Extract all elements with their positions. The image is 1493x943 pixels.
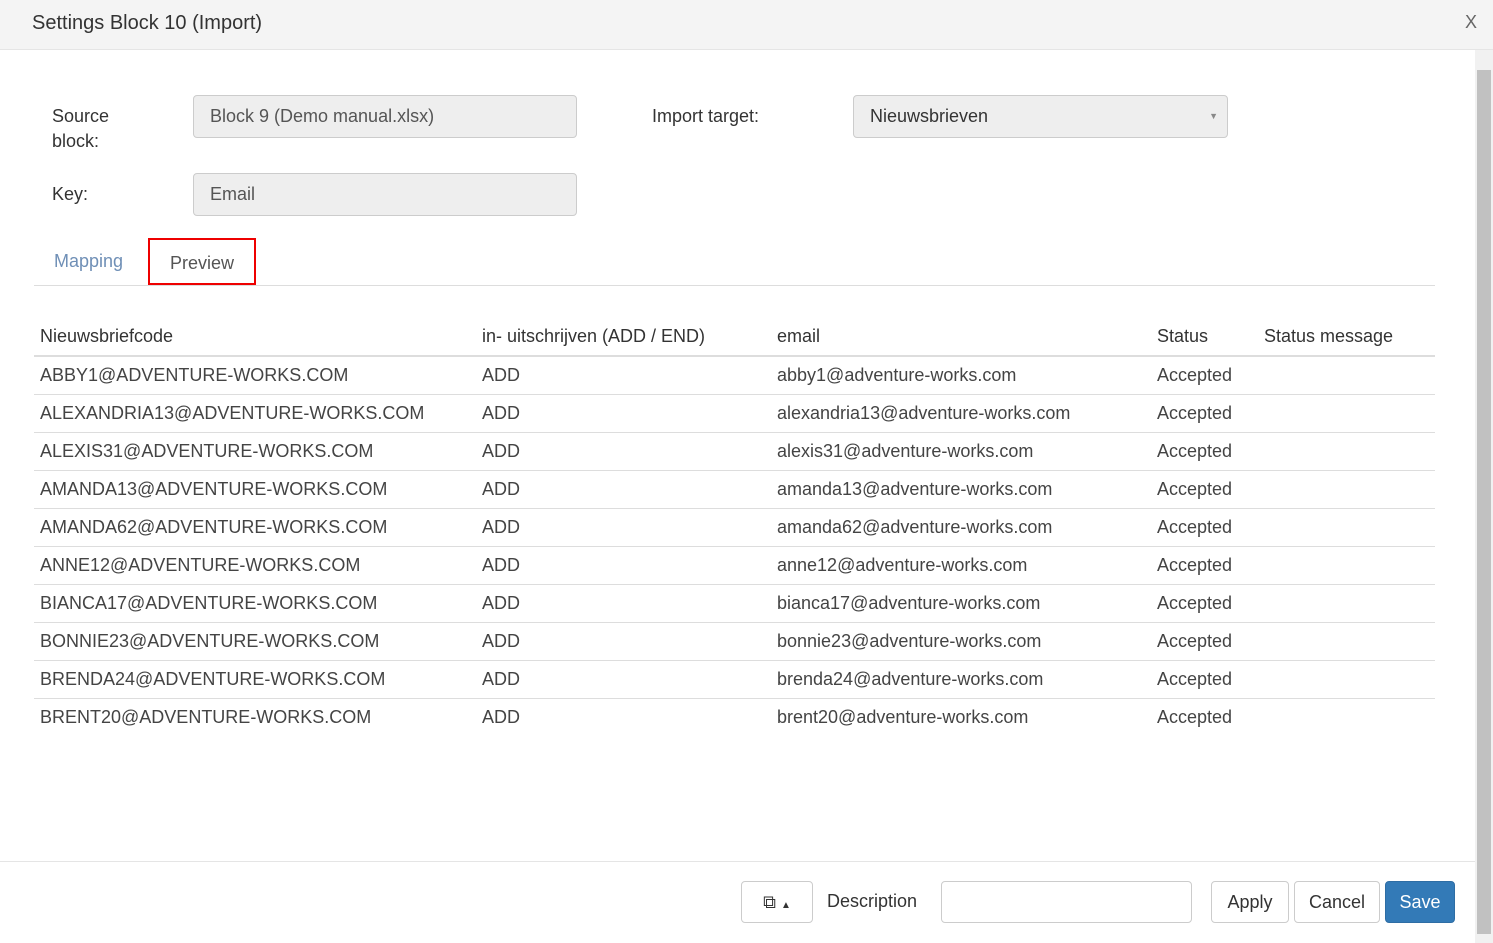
table-cell [1258,660,1435,699]
preview-table: Nieuwsbriefcode in- uitschrijven (ADD / E… [34,318,1435,736]
table-cell [1258,432,1435,471]
table-cell [1258,356,1435,395]
table-cell: ALEXANDRIA13@ADVENTURE-WORKS.COM [34,394,476,433]
table-row: AMANDA62@ADVENTURE-WORKS.COM ADD amanda62@… [34,508,1435,547]
chevron-down-icon: ▼ [1209,111,1218,121]
apply-button[interactable]: Apply [1211,881,1289,923]
import-target-value: Nieuwsbrieven [870,106,989,126]
save-button[interactable]: Save [1385,881,1455,923]
table-cell: alexis31@adventure-works.com [771,432,1151,471]
table-row: BRENT20@ADVENTURE-WORKS.COM ADD brent20@ad… [34,698,1435,736]
table-cell: ADD [476,432,771,471]
import-target-select[interactable]: Nieuwsbrieven ▼ [853,95,1228,138]
description-input[interactable] [941,881,1192,923]
table-row: ABBY1@ADVENTURE-WORKS.COM ADD abby1@advent… [34,356,1435,395]
table-cell: ADD [476,394,771,433]
table-cell: ANNE12@ADVENTURE-WORKS.COM [34,546,476,585]
table-cell: ADD [482,706,521,727]
table-cell: AMANDA13@ADVENTURE-WORKS.COM [34,470,476,509]
table-cell: Accepted [1151,356,1258,395]
table-cell: Accepted [1151,432,1258,471]
scrollbar-thumb[interactable] [1477,70,1491,934]
table-cell: Accepted [1157,706,1233,727]
table-cell: Accepted [1151,660,1258,699]
table-cell: BRENT20@ADVENTURE-WORKS.COM [40,706,372,727]
table-cell: ADD [476,584,771,623]
table-cell: ADD [476,356,771,395]
table-cell [1258,584,1435,623]
table-cell: ADD [476,470,771,509]
table-cell: Accepted [1151,508,1258,547]
table-cell: ABBY1@ADVENTURE-WORKS.COM [34,356,476,395]
column-header: in- uitschrijven (ADD / END) [476,318,771,357]
table-cell: BIANCA17@ADVENTURE-WORKS.COM [34,584,476,623]
close-button[interactable]: X [1465,12,1477,33]
copy-icon: ⧉ [763,892,776,912]
import-target-label: Import target: [652,106,760,126]
table-cell: Accepted [1151,546,1258,585]
table-cell: Accepted [1151,584,1258,623]
table-cell [1258,622,1435,661]
table-row: ANNE12@ADVENTURE-WORKS.COM ADD anne12@adve… [34,546,1435,585]
table-row: ALEXIS31@ADVENTURE-WORKS.COM ADD alexis31@… [34,432,1435,471]
copy-dropdown-button[interactable]: ⧉ ▲ [741,881,813,923]
table-row: BONNIE23@ADVENTURE-WORKS.COM ADD bonnie23@… [34,622,1435,661]
table-row: BIANCA17@ADVENTURE-WORKS.COM ADD bianca17@… [34,584,1435,623]
table-cell: ADD [476,622,771,661]
table-cell: bianca17@adventure-works.com [771,584,1151,623]
table-row: ALEXANDRIA13@ADVENTURE-WORKS.COM ADD alexa… [34,394,1435,433]
table-cell [1258,394,1435,433]
table-cell [1258,470,1435,509]
column-header: Nieuwsbriefcode [34,318,476,357]
key-label: Key: [52,184,89,204]
table-cell: brenda24@adventure-works.com [771,660,1151,699]
table-cell: amanda62@adventure-works.com [771,508,1151,547]
table-cell [1258,546,1435,585]
table-cell: brent20@adventure-works.com [777,706,1029,727]
table-row: BRENDA24@ADVENTURE-WORKS.COM ADD brenda24@… [34,660,1435,699]
table-cell: anne12@adventure-works.com [771,546,1151,585]
table-cell: Accepted [1151,470,1258,509]
tab-mapping[interactable]: Mapping [34,238,143,286]
column-header: Status message [1258,318,1435,357]
table-cell: BONNIE23@ADVENTURE-WORKS.COM [34,622,476,661]
table-cell: alexandria13@adventure-works.com [771,394,1151,433]
table-cell: AMANDA62@ADVENTURE-WORKS.COM [34,508,476,547]
description-label: Description [827,891,918,911]
table-cell [1258,698,1435,736]
scrollbar[interactable] [1475,50,1493,943]
table-cell: ADD [476,546,771,585]
table-cell: Accepted [1151,394,1258,433]
table-cell: ADD [476,508,771,547]
column-header: Status [1151,318,1258,357]
table-cell: BRENDA24@ADVENTURE-WORKS.COM [34,660,476,699]
source-block-field[interactable]: Block 9 (Demo manual.xlsx) [193,95,577,138]
tab-preview[interactable]: Preview [148,238,257,285]
table-cell: ALEXIS31@ADVENTURE-WORKS.COM [34,432,476,471]
table-cell: Accepted [1151,622,1258,661]
column-header: email [771,318,1151,357]
dialog-header: Settings Block 10 (Import) X [0,0,1493,50]
table-row: AMANDA13@ADVENTURE-WORKS.COM ADD amanda13@… [34,470,1435,509]
table-cell [1258,508,1435,547]
tab-bar: Mapping Preview [34,236,1435,286]
source-block-label: Source block: [52,106,110,151]
key-field[interactable]: Email [193,173,577,216]
table-cell: amanda13@adventure-works.com [771,470,1151,509]
table-cell: abby1@adventure-works.com [771,356,1151,395]
table-cell: ADD [476,660,771,699]
caret-up-icon: ▲ [780,900,791,911]
cancel-button[interactable]: Cancel [1294,881,1380,923]
table-cell: bonnie23@adventure-works.com [771,622,1151,661]
dialog-title: Settings Block 10 (Import) [32,12,263,34]
